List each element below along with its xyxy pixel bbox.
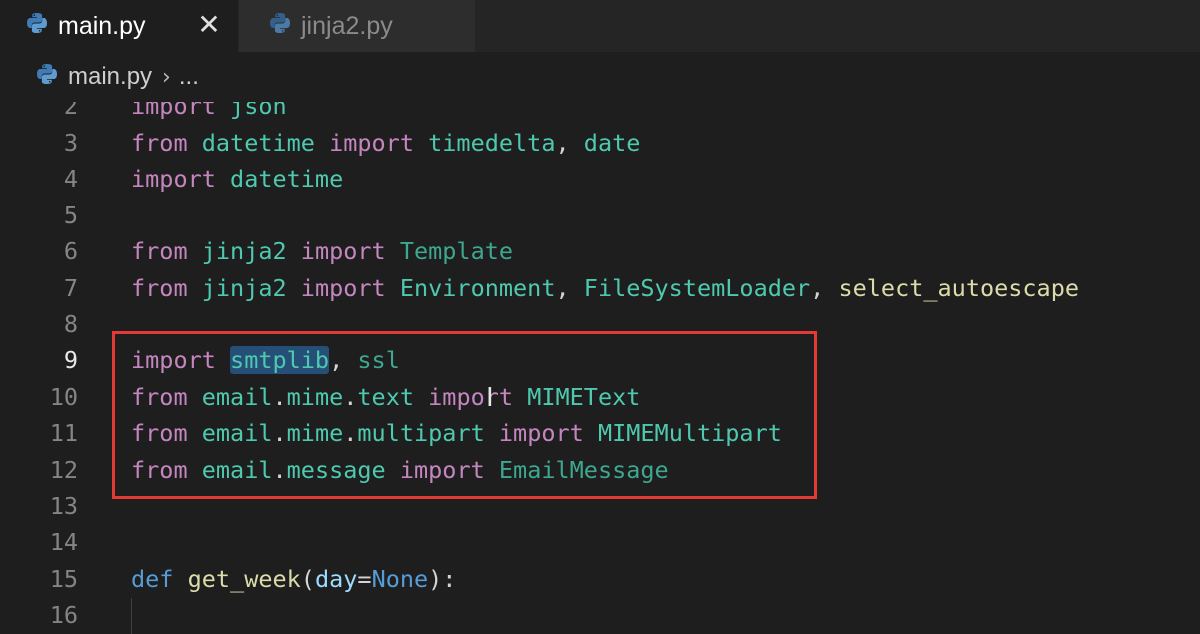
line-number: 13 [49,492,78,520]
punctuation: , [555,129,570,157]
punctuation: ): [428,565,457,593]
punctuation: , [555,274,570,302]
module-name: datetime [201,129,315,157]
keyword: import [300,274,386,302]
module-name: jinja2 [201,274,287,302]
python-icon [36,63,58,92]
keyword: from [131,237,188,265]
keyword: def [131,565,174,593]
line-number: 8 [63,310,78,338]
breadcrumb-file[interactable]: main.py [68,63,152,91]
python-icon [26,12,48,41]
constant: None [371,565,429,593]
breadcrumb-more[interactable]: ... [179,63,199,91]
module-name: json [230,102,287,120]
punctuation: , [810,274,825,302]
annotation-highlight-box [112,331,817,499]
code-line-5: 5 [0,197,1200,233]
import-name: date [583,129,641,157]
code-line-6: 6 from jinja2 import Template [0,233,1200,269]
line-number: 14 [49,528,78,556]
code-line-4: 4 import datetime [0,161,1200,197]
line-number: 10 [49,383,78,411]
keyword: import [131,102,216,120]
tab-main-py[interactable]: main.py ✕ [0,0,238,52]
line-number: 5 [63,201,78,229]
punctuation: = [357,565,372,593]
code-line-3: 3 from datetime import timedelta, date [0,125,1200,161]
text-cursor-icon: I [486,383,494,413]
code-line-7: 7 from jinja2 import Environment, FileSy… [0,270,1200,306]
line-number: 16 [49,601,78,629]
import-name: Template [399,237,514,265]
keyword: from [131,129,188,157]
module-name: datetime [230,165,344,193]
tab-label: main.py [58,11,146,40]
punctuation: ( [300,565,315,593]
tab-jinja2-py[interactable]: jinja2.py [239,0,475,52]
code-line-2: 2 import json [0,102,1200,124]
keyword: import [131,165,216,193]
python-icon [269,12,291,41]
code-line-16: 16 [0,597,1200,633]
import-name: FileSystemLoader [583,274,811,302]
tab-label: jinja2.py [301,11,393,40]
breadcrumb: main.py › ... [0,52,1200,102]
line-number: 11 [49,419,78,447]
indent-guide [131,598,132,634]
line-number: 3 [63,129,78,157]
code-line-14: 14 [0,524,1200,560]
tab-bar: main.py ✕ jinja2.py [0,0,1200,52]
line-number: 2 [63,102,78,120]
line-number: 9 [63,346,78,374]
import-name: timedelta [428,129,556,157]
line-number: 15 [49,565,78,593]
keyword: import [300,237,386,265]
function-name: get_week [187,565,301,593]
keyword: import [329,129,414,157]
line-number: 6 [63,237,78,265]
parameter: day [314,565,358,593]
close-icon[interactable]: ✕ [196,10,222,40]
line-number: 12 [49,456,78,484]
line-number: 4 [63,165,78,193]
import-name: Environment [399,274,556,302]
code-line-15: 15 def get_week(day=None): [0,561,1200,597]
import-name: select_autoescape [838,274,1080,302]
module-name: jinja2 [201,237,287,265]
keyword: from [131,274,188,302]
line-number: 7 [63,274,78,302]
chevron-right-icon: › [162,64,171,90]
